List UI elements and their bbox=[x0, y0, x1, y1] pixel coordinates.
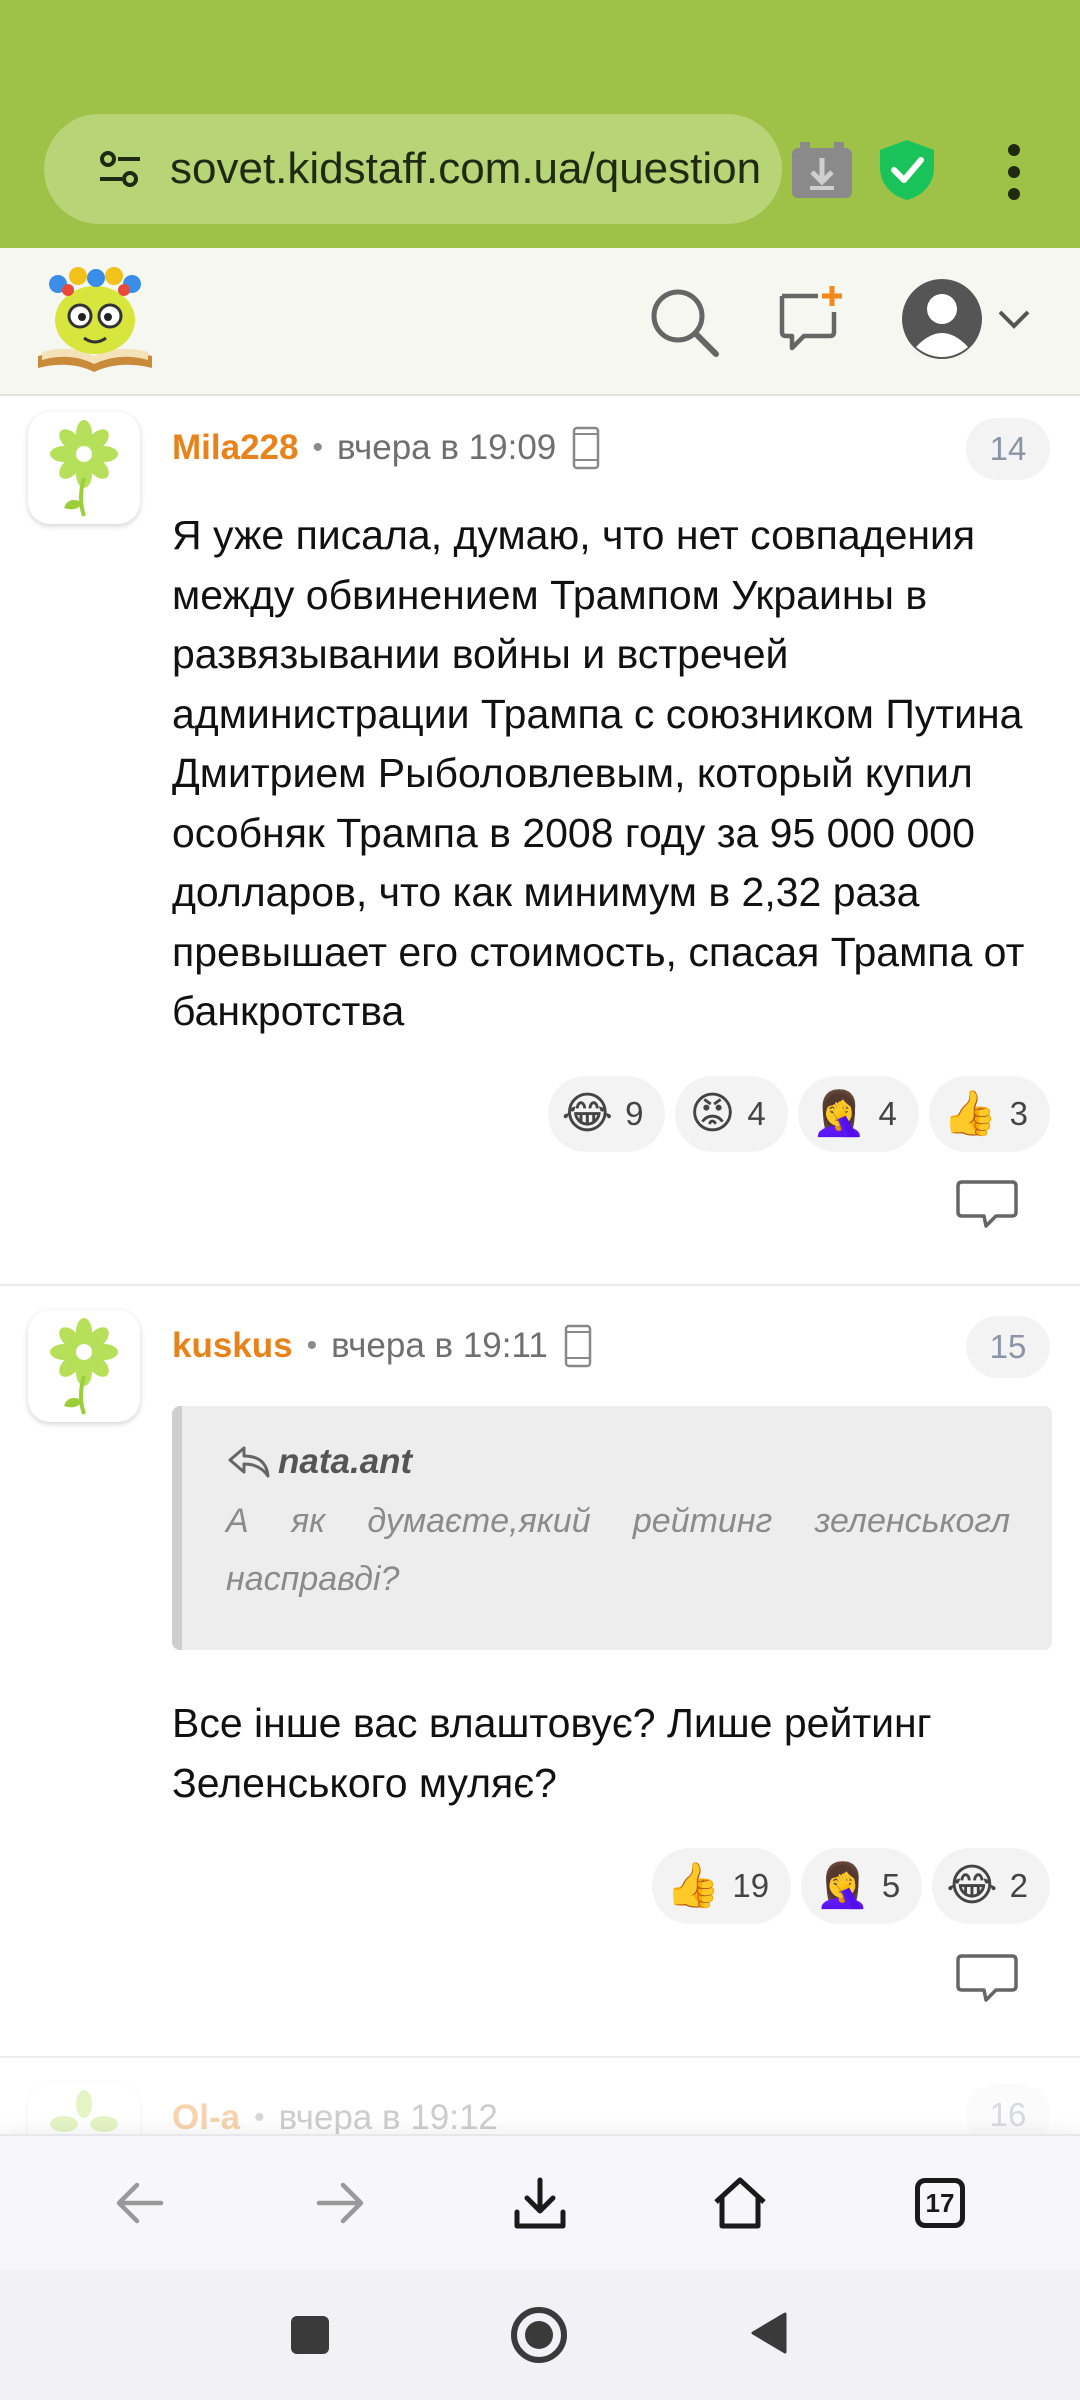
reply-icon[interactable] bbox=[956, 1178, 1018, 1230]
reaction-count: 19 bbox=[732, 1867, 770, 1904]
site-settings-icon[interactable] bbox=[84, 133, 156, 205]
browser-toolbar: 17 bbox=[0, 2134, 1080, 2270]
reaction-facepalm[interactable]: 🤦‍♀️ 5 bbox=[801, 1848, 923, 1924]
reaction-count: 4 bbox=[747, 1095, 766, 1132]
reaction-count: 9 bbox=[625, 1095, 644, 1132]
forward-icon[interactable] bbox=[300, 2163, 380, 2243]
quote-author[interactable]: nata.ant bbox=[226, 1436, 1010, 1488]
user-menu[interactable] bbox=[900, 276, 1036, 362]
comment-time: вчера в 19:12 bbox=[278, 2098, 498, 2137]
shield-check-icon[interactable] bbox=[876, 138, 938, 202]
reaction-angry[interactable]: 😡 4 bbox=[675, 1076, 788, 1152]
comment-author[interactable]: Mila228 bbox=[172, 428, 298, 468]
download-extension-icon[interactable] bbox=[790, 140, 854, 200]
thumbs-up-emoji-icon: 👍 bbox=[942, 1089, 998, 1138]
laugh-emoji-icon: 😂 bbox=[561, 1089, 614, 1138]
comment-number[interactable]: 15 bbox=[966, 1316, 1050, 1378]
address-bar[interactable]: sovet.kidstaff.com.ua/question bbox=[44, 114, 782, 224]
reaction-thumbs-up[interactable]: 👍 3 bbox=[928, 1076, 1050, 1152]
divider bbox=[0, 2056, 1080, 2058]
reply-arrow-icon bbox=[228, 1446, 270, 1478]
avatar[interactable] bbox=[28, 412, 140, 524]
angry-emoji-icon: 😡 bbox=[689, 1089, 736, 1138]
divider bbox=[0, 1284, 1080, 1286]
mobile-device-icon bbox=[573, 426, 600, 470]
comment-text: Все інше вас влаштовує? Лише рейтинг Зел… bbox=[172, 1700, 932, 1806]
reaction-facepalm[interactable]: 🤦‍♀️ 4 bbox=[797, 1076, 919, 1152]
search-icon[interactable] bbox=[646, 284, 722, 360]
comment-author[interactable]: kuskus bbox=[172, 1326, 293, 1366]
chevron-down-icon bbox=[998, 310, 1030, 329]
reaction-count: 2 bbox=[1009, 1867, 1028, 1904]
url-text[interactable]: sovet.kidstaff.com.ua/question bbox=[170, 144, 761, 194]
reactions: 👍 19 🤦‍♀️ 5 😂 2 bbox=[651, 1848, 1050, 1924]
reaction-laugh[interactable]: 😂 9 bbox=[547, 1076, 666, 1152]
comment-time: вчера в 19:11 bbox=[331, 1326, 548, 1365]
browser-chrome: sovet.kidstaff.com.ua/question bbox=[0, 0, 1080, 248]
recents-icon[interactable] bbox=[291, 2316, 329, 2354]
new-question-icon[interactable] bbox=[778, 282, 848, 354]
mobile-device-icon bbox=[564, 1324, 592, 1368]
avatar[interactable] bbox=[28, 1310, 140, 1422]
download-icon[interactable] bbox=[500, 2163, 580, 2243]
reaction-count: 4 bbox=[878, 1095, 897, 1132]
thumbs-up-emoji-icon: 👍 bbox=[665, 1861, 721, 1910]
reaction-count: 5 bbox=[881, 1867, 901, 1904]
site-logo[interactable] bbox=[30, 264, 160, 376]
quote-author-name: nata.ant bbox=[278, 1442, 413, 1481]
site-header bbox=[0, 248, 1080, 396]
comment-text: Я уже писала, думаю, что нет совпадения … bbox=[172, 512, 1025, 1034]
home-circle-icon[interactable] bbox=[511, 2307, 567, 2363]
avatar-icon bbox=[902, 279, 982, 359]
home-icon[interactable] bbox=[700, 2163, 780, 2243]
meta-separator: • bbox=[254, 2101, 265, 2134]
tabs-button[interactable]: 17 bbox=[900, 2163, 980, 2243]
quoted-comment: nata.ant А як думаєте,який рейтинг зелен… bbox=[172, 1406, 1052, 1650]
reply-icon[interactable] bbox=[956, 1952, 1018, 2004]
tab-count: 17 bbox=[915, 2178, 965, 2228]
reaction-count: 3 bbox=[1009, 1095, 1028, 1132]
facepalm-emoji-icon: 🤦‍♀️ bbox=[811, 1089, 867, 1138]
quote-text: А як думаєте,який рейтинг зеленськогл на… bbox=[226, 1502, 1010, 1598]
laugh-emoji-icon: 😂 bbox=[946, 1861, 998, 1910]
system-navigation-bar bbox=[0, 2270, 1080, 2400]
facepalm-emoji-icon: 🤦‍♀️ bbox=[815, 1861, 870, 1910]
more-menu-icon[interactable] bbox=[996, 138, 1032, 206]
comment-number[interactable]: 14 bbox=[966, 418, 1050, 480]
meta-separator: • bbox=[312, 431, 323, 464]
reaction-laugh[interactable]: 😂 2 bbox=[932, 1848, 1050, 1924]
reactions: 😂 9 😡 4 🤦‍♀️ 4 👍 3 bbox=[547, 1076, 1050, 1152]
comment-time: вчера в 19:09 bbox=[336, 428, 557, 467]
back-icon[interactable] bbox=[100, 2163, 180, 2243]
meta-separator: • bbox=[306, 1329, 318, 1362]
reaction-thumbs-up[interactable]: 👍 19 bbox=[651, 1848, 792, 1924]
back-triangle-icon[interactable] bbox=[749, 2310, 789, 2361]
comment-author[interactable]: Ol-a bbox=[172, 2098, 240, 2138]
